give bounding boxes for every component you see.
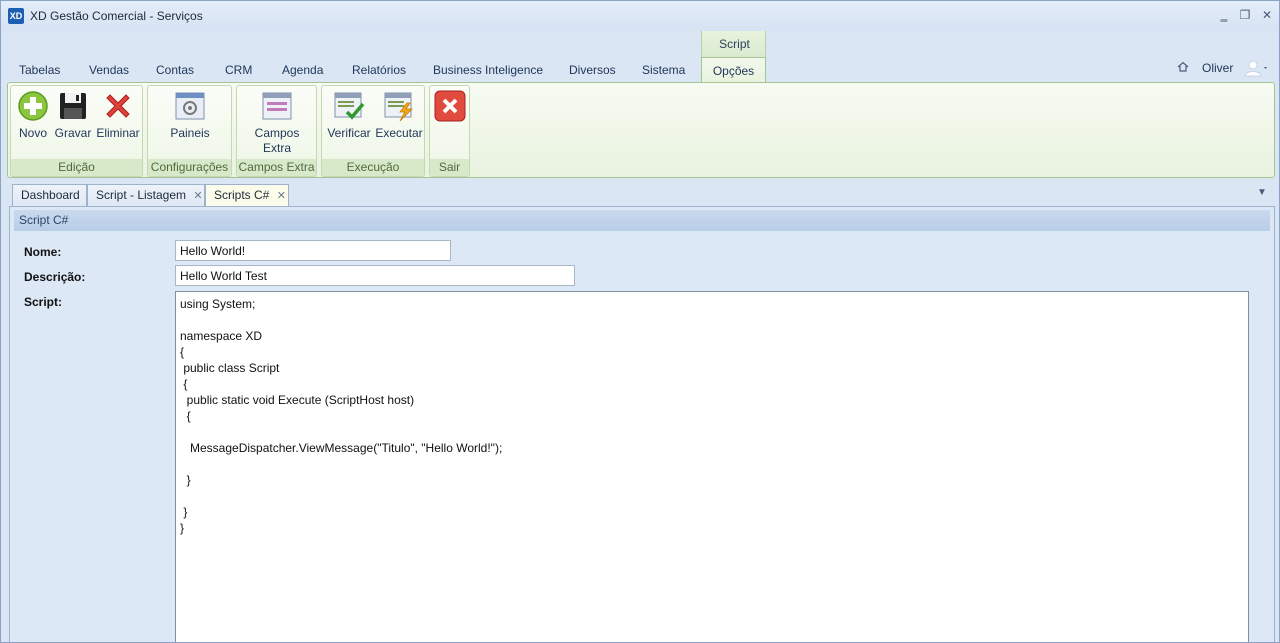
nome-label: Nome:: [24, 245, 62, 259]
home-icon[interactable]: [1177, 61, 1189, 76]
doc-tab-label: Script - Listagem: [96, 188, 187, 202]
paineis-button[interactable]: Paineis: [168, 90, 212, 141]
tab-diversos[interactable]: Diversos: [569, 63, 616, 77]
settings-panel-icon: [175, 92, 205, 120]
close-button[interactable]: ✕: [1258, 7, 1276, 23]
ribbon-group-campos-extra: Campos Extra Campos Extra: [236, 85, 317, 177]
verificar-button[interactable]: Verificar: [325, 90, 373, 141]
ribbon-group-edicao: Novo Gravar Eliminar Edição: [10, 85, 143, 177]
ribbon-group-execucao: Verificar Executar Execução: [321, 85, 425, 177]
executar-button[interactable]: Executar: [375, 90, 423, 141]
paineis-label: Paineis: [170, 126, 210, 140]
doc-tab-dashboard[interactable]: Dashboard: [12, 184, 87, 206]
add-icon: [18, 91, 48, 121]
ribbon: Novo Gravar Eliminar Edição Paineis Conf…: [7, 82, 1275, 178]
ribbon-group-label: Configurações: [148, 159, 231, 176]
contextual-group-script: Script: [701, 31, 766, 57]
ribbon-group-label: Campos Extra: [237, 159, 316, 176]
exit-icon: [434, 90, 466, 122]
script-label: Script:: [24, 295, 63, 309]
app-window: XD XD Gestão Comercial - Serviços ‗ ❐ ✕ …: [0, 0, 1280, 643]
contextual-group-label: Script: [719, 37, 750, 51]
ribbon-group-configuracoes: Paineis Configurações: [147, 85, 232, 177]
doc-tab-label: Dashboard: [21, 188, 80, 202]
novo-button[interactable]: Novo: [15, 90, 51, 141]
tab-business-inteligence[interactable]: Business Inteligence: [433, 63, 543, 77]
execute-icon: [384, 92, 413, 122]
verificar-label: Verificar: [327, 126, 371, 140]
tab-tabelas[interactable]: Tabelas: [19, 63, 60, 77]
campos-extra-button[interactable]: Campos Extra: [247, 90, 307, 156]
tab-crm[interactable]: CRM: [225, 63, 252, 77]
tab-vendas[interactable]: Vendas: [89, 63, 129, 77]
title-bar: XD XD Gestão Comercial - Serviços ‗ ❐ ✕: [1, 1, 1279, 31]
window-title: XD Gestão Comercial - Serviços: [30, 9, 203, 23]
restore-button[interactable]: ❐: [1236, 7, 1254, 23]
tab-opcoes[interactable]: Opções: [701, 57, 766, 83]
tab-sistema[interactable]: Sistema: [642, 63, 685, 77]
eliminar-label: Eliminar: [96, 126, 140, 140]
ribbon-group-sair: Sair: [429, 85, 470, 177]
campos-label-line2: Extra: [262, 141, 291, 155]
verify-icon: [334, 92, 365, 120]
user-avatar-icon[interactable]: [1244, 59, 1270, 80]
ribbon-group-label: Sair: [430, 159, 469, 176]
close-tab-icon[interactable]: ✕: [277, 190, 286, 202]
form-fields-icon: [262, 92, 292, 120]
tab-relatorios[interactable]: Relatórios: [352, 63, 406, 77]
panel-header: Script C#: [14, 210, 1270, 231]
tab-contas[interactable]: Contas: [156, 63, 194, 77]
close-tab-icon[interactable]: ✕: [193, 190, 202, 202]
gravar-label: Gravar: [54, 126, 92, 140]
eliminar-button[interactable]: Eliminar: [95, 90, 141, 141]
campos-label-line1: Campos: [254, 126, 300, 140]
executar-label: Executar: [375, 126, 423, 140]
tabs-dropdown-icon[interactable]: ▼: [1257, 187, 1267, 198]
doc-tab-scripts-csharp[interactable]: Scripts C# ✕: [205, 184, 289, 206]
ribbon-group-label: Execução: [322, 159, 424, 176]
script-panel: Script C# Nome: Hello World! Descrição: …: [9, 206, 1275, 642]
delete-icon: [106, 94, 130, 118]
doc-tab-script-listagem[interactable]: Script - Listagem ✕: [87, 184, 205, 206]
novo-label: Novo: [18, 126, 47, 140]
nome-input[interactable]: Hello World!: [175, 240, 451, 261]
save-icon: [60, 93, 86, 119]
descricao-label: Descrição:: [24, 270, 86, 284]
user-name[interactable]: Oliver: [1202, 61, 1233, 75]
doc-tab-label: Scripts C#: [214, 188, 270, 202]
script-editor[interactable]: using System; namespace XD { public clas…: [175, 291, 1249, 642]
ribbon-group-label: Edição: [11, 159, 142, 176]
descricao-input[interactable]: Hello World Test: [175, 265, 575, 286]
sair-button[interactable]: [433, 90, 467, 126]
gravar-button[interactable]: Gravar: [53, 90, 93, 141]
tab-agenda[interactable]: Agenda: [282, 63, 323, 77]
app-logo-icon: XD: [8, 8, 24, 24]
minimize-button[interactable]: ‗: [1215, 7, 1233, 23]
